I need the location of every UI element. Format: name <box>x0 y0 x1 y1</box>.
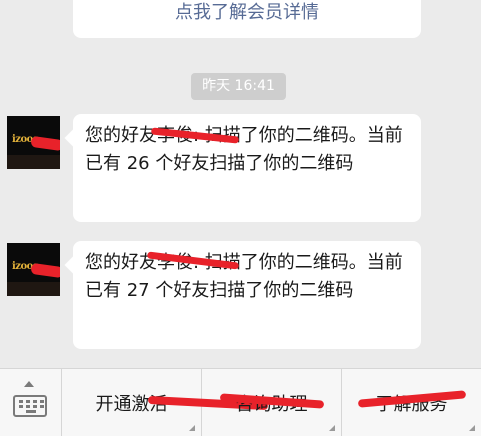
message-bubble[interactable]: 您的好友李俊: 扫描了你的二维码。当前已有 26 个好友扫描了你的二维码 <box>64 114 421 222</box>
submenu-indicator-icon <box>189 425 195 431</box>
keyboard-icon <box>13 395 47 417</box>
menu-item-assistant[interactable]: 咨询助理 <box>202 369 342 436</box>
bubble-tail <box>64 256 82 274</box>
chevron-up-icon <box>24 381 34 387</box>
timestamp-badge: 昨天 16:41 <box>191 73 286 100</box>
message-prefix: 您的好友 <box>85 125 157 146</box>
bubble-tail <box>64 129 82 147</box>
message-text: 您的好友李俊: 扫描了你的二维码。当前已有 26 个好友扫描了你的二维码 <box>85 122 409 178</box>
menu-item-activate[interactable]: 开通激活 <box>62 369 269 436</box>
redaction-mark <box>30 135 60 152</box>
message-text: 您的好友李俊: 扫描了你的二维码。当前已有 27 个好友扫描了你的二维码 <box>85 249 409 305</box>
submenu-indicator-icon <box>329 425 335 431</box>
message-bubble[interactable]: 您的好友李俊: 扫描了你的二维码。当前已有 27 个好友扫描了你的二维码 <box>64 241 421 349</box>
menu-item-service[interactable]: 了解服务 <box>342 369 481 436</box>
message-prefix: 您的好友 <box>85 252 157 273</box>
sender-avatar[interactable]: izoos <box>7 116 60 169</box>
avatar-shade <box>7 155 60 169</box>
redaction-mark <box>30 262 60 279</box>
member-info-link[interactable]: 点我了解会员详情 <box>175 2 319 24</box>
submenu-indicator-icon <box>469 425 475 431</box>
keyboard-toggle-button[interactable] <box>0 369 62 436</box>
sender-avatar[interactable]: izoos <box>7 243 60 296</box>
service-menu-bar: 开通激活 咨询助理 了解服务 <box>0 368 481 436</box>
chat-area: 点我了解会员详情 昨天 16:41 izoos 您的好友李俊: 扫描了你的二维码… <box>0 0 481 368</box>
member-info-card[interactable]: 点我了解会员详情 <box>73 0 421 38</box>
avatar-shade <box>7 282 60 296</box>
